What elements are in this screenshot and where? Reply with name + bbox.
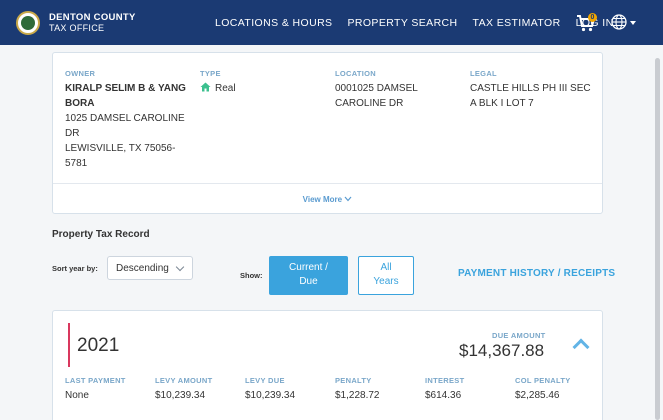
brand-logo-link[interactable]: DENTON COUNTY TAX OFFICE bbox=[16, 10, 136, 35]
last-payment-value: None bbox=[65, 390, 89, 401]
county-seal-icon bbox=[16, 10, 40, 35]
tax-year: 2021 bbox=[77, 335, 120, 356]
brand-subtitle: TAX OFFICE bbox=[49, 22, 105, 33]
col-penalty-label: COL PENALTY bbox=[515, 376, 571, 385]
tax-year-card: 2021 DUE AMOUNT $14,367.88 LAST PAYMENT … bbox=[52, 310, 603, 420]
view-more-label: View More bbox=[302, 195, 343, 204]
show-label: Show: bbox=[240, 271, 263, 280]
nav-locations-hours[interactable]: LOCATIONS & HOURS bbox=[215, 17, 332, 29]
levy-amount-label: LEVY AMOUNT bbox=[155, 376, 213, 385]
property-details-card: OWNER KIRALP SELIM B & YANG BORA 1025 DA… bbox=[52, 52, 603, 214]
type-column: TYPE Real bbox=[200, 69, 310, 96]
chevron-up-icon[interactable] bbox=[572, 338, 590, 356]
main-nav: LOCATIONS & HOURS PROPERTY SEARCH TAX ES… bbox=[215, 0, 629, 45]
legal-column: LEGAL CASTLE HILLS PH III SEC A BLK I LO… bbox=[470, 69, 595, 111]
top-navigation-bar: DENTON COUNTY TAX OFFICE LOCATIONS & HOU… bbox=[0, 0, 663, 45]
brand-title: DENTON COUNTY bbox=[49, 11, 136, 23]
levy-amount-value: $10,239.34 bbox=[155, 390, 206, 401]
interest-column: INTEREST $614.36 bbox=[425, 376, 465, 403]
owner-name: KIRALP SELIM B & YANG BORA bbox=[65, 83, 186, 109]
owner-address-line-1: 1025 DAMSEL CAROLINE DR bbox=[65, 113, 185, 139]
sort-label: Sort year by: bbox=[52, 264, 98, 273]
type-label: TYPE bbox=[200, 69, 221, 78]
home-icon bbox=[200, 82, 211, 92]
penalty-value: $1,228.72 bbox=[335, 390, 380, 401]
chevron-down-icon bbox=[344, 196, 352, 202]
levy-amount-column: LEVY AMOUNT $10,239.34 bbox=[155, 376, 212, 403]
due-amount: $14,367.88 bbox=[459, 341, 545, 360]
section-title: Property Tax Record bbox=[52, 229, 150, 240]
penalty-label: PENALTY bbox=[335, 376, 372, 385]
brand-text: DENTON COUNTY TAX OFFICE bbox=[49, 12, 136, 34]
type-value: Real bbox=[215, 83, 236, 94]
location-column: LOCATION 0001025 DAMSEL CAROLINE DR bbox=[335, 69, 445, 111]
nav-property-search[interactable]: PROPERTY SEARCH bbox=[347, 17, 457, 29]
legal-value: CASTLE HILLS PH III SEC A BLK I LOT 7 bbox=[470, 83, 591, 109]
current-due-label: Current / Due bbox=[289, 262, 328, 287]
year-marker bbox=[68, 323, 70, 367]
levy-due-column: LEVY DUE $10,239.34 bbox=[245, 376, 295, 403]
levy-due-value: $10,239.34 bbox=[245, 390, 296, 401]
nav-tax-estimator[interactable]: TAX ESTIMATOR bbox=[473, 17, 561, 29]
owner-column: OWNER KIRALP SELIM B & YANG BORA 1025 DA… bbox=[65, 69, 190, 171]
legal-label: LEGAL bbox=[470, 69, 497, 78]
interest-value: $614.36 bbox=[425, 390, 462, 401]
location-value: 0001025 DAMSEL CAROLINE DR bbox=[335, 83, 418, 109]
all-years-label: All Years bbox=[373, 262, 399, 287]
globe-language-icon[interactable] bbox=[611, 14, 627, 30]
current-due-button[interactable]: Current / Due bbox=[269, 256, 348, 295]
owner-label: OWNER bbox=[65, 69, 96, 78]
levy-due-label: LEVY DUE bbox=[245, 376, 285, 385]
card-divider bbox=[53, 183, 602, 184]
col-penalty-value: $2,285.46 bbox=[515, 390, 560, 401]
last-payment-column: LAST PAYMENT None bbox=[65, 376, 126, 403]
last-payment-label: LAST PAYMENT bbox=[65, 376, 126, 385]
penalty-column: PENALTY $1,228.72 bbox=[335, 376, 380, 403]
due-amount-label: DUE AMOUNT bbox=[492, 331, 546, 340]
all-years-button[interactable]: All Years bbox=[358, 256, 414, 295]
col-penalty-column: COL PENALTY $2,285.46 bbox=[515, 376, 571, 403]
type-value-row: Real bbox=[200, 81, 310, 96]
owner-address-line-2: LEWISVILLE, TX 75056-5781 bbox=[65, 143, 176, 169]
view-more-link[interactable]: View More bbox=[53, 195, 602, 204]
chevron-down-icon[interactable] bbox=[630, 21, 636, 25]
location-label: LOCATION bbox=[335, 69, 377, 78]
payment-history-link[interactable]: PAYMENT HISTORY / RECEIPTS bbox=[458, 268, 615, 279]
cart-count-badge: 0 bbox=[588, 13, 597, 22]
page-scrollbar[interactable] bbox=[655, 58, 660, 420]
interest-label: INTEREST bbox=[425, 376, 465, 385]
